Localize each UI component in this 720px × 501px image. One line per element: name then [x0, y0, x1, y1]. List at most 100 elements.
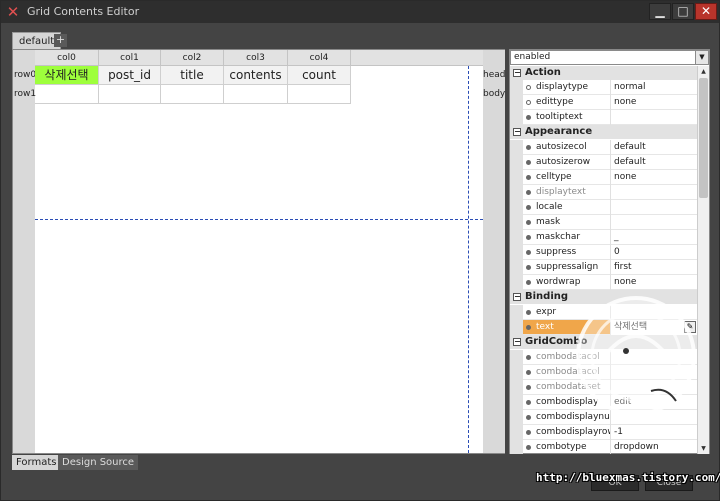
property-status-icon	[526, 280, 531, 285]
scroll-down-icon[interactable]: ▼	[698, 443, 709, 454]
property-status-icon	[526, 385, 531, 390]
property-row[interactable]: combodisplay edit	[510, 395, 697, 410]
maximize-button[interactable]: □	[672, 3, 694, 20]
tab-formats[interactable]: Formats	[12, 455, 61, 470]
property-value[interactable]: default	[610, 155, 697, 170]
collapse-icon[interactable]: −	[513, 293, 521, 301]
property-value[interactable]	[610, 305, 697, 320]
add-tab-button[interactable]: +	[54, 34, 67, 47]
band-label: body	[483, 89, 506, 99]
row-label[interactable]: row1	[13, 85, 36, 103]
category-binding[interactable]: − Binding	[510, 290, 697, 304]
property-row[interactable]: locale	[510, 200, 697, 215]
category-appearance[interactable]: − Appearance	[510, 125, 697, 139]
grid-cell[interactable]: title	[161, 66, 224, 85]
column-header[interactable]: col4	[288, 50, 351, 66]
property-value[interactable]	[610, 185, 697, 200]
property-row[interactable]: maskchar _	[510, 230, 697, 245]
property-value[interactable]: _	[610, 230, 697, 245]
scroll-thumb[interactable]	[699, 78, 708, 198]
property-value[interactable]	[610, 350, 697, 365]
property-value[interactable]	[610, 215, 697, 230]
grid-design-area[interactable]: col0 col1 col2 col3 col4 row0 row1 head …	[12, 49, 505, 454]
property-row[interactable]: edittype none	[510, 95, 697, 110]
grid-cell[interactable]	[99, 85, 161, 104]
tab-design-source[interactable]: Design Source	[58, 455, 139, 470]
property-status-icon	[526, 205, 531, 210]
property-value[interactable]	[610, 110, 697, 125]
property-row[interactable]: expr	[510, 305, 697, 320]
property-value[interactable]	[610, 410, 697, 425]
property-row[interactable]: wordwrap none	[510, 275, 697, 290]
property-row[interactable]: autosizerow default	[510, 155, 697, 170]
property-row[interactable]: combodatacol	[510, 365, 697, 380]
property-value[interactable]: none	[610, 170, 697, 185]
app-logo-icon: ✕	[6, 3, 20, 21]
property-value[interactable]: normal	[610, 80, 697, 95]
property-status-icon	[526, 310, 531, 315]
close-button[interactable]: ✕	[695, 3, 717, 20]
window-title: Grid Contents Editor	[27, 5, 140, 18]
property-row[interactable]: mask	[510, 215, 697, 230]
category-action[interactable]: − Action	[510, 66, 697, 80]
property-value[interactable]: -1	[610, 425, 697, 440]
property-filter-select[interactable]: enabled ▼	[510, 50, 709, 65]
property-row[interactable]: autosizecol default	[510, 140, 697, 155]
property-value[interactable]: none	[610, 95, 697, 110]
grid-cell-selected[interactable]: 삭제선택	[35, 66, 99, 85]
grid-contents-editor-window: ✕ Grid Contents Editor ▁ □ ✕ default + c…	[0, 0, 720, 501]
property-status-icon	[526, 400, 531, 405]
property-row[interactable]: displaytext	[510, 185, 697, 200]
property-value[interactable]: none	[610, 275, 697, 290]
grid-cell[interactable]	[35, 85, 99, 104]
edit-icon[interactable]: ✎	[684, 321, 696, 333]
property-scrollbar[interactable]: ▲ ▼	[697, 66, 709, 454]
minimize-button[interactable]: ▁	[649, 3, 671, 20]
collapse-icon[interactable]: −	[513, 128, 521, 136]
property-row[interactable]: displaytype normal	[510, 80, 697, 95]
property-value[interactable]: dropdown	[610, 440, 697, 454]
grid-cell[interactable]	[288, 85, 351, 104]
category-gridcombo[interactable]: − GridCombo	[510, 335, 697, 349]
property-row-selected[interactable]: text 삭제선택 ✎	[510, 320, 697, 335]
property-value[interactable]: edit	[610, 395, 697, 410]
property-value[interactable]: first	[610, 260, 697, 275]
chevron-down-icon[interactable]: ▼	[695, 51, 708, 64]
property-row[interactable]: combodataset	[510, 380, 697, 395]
grid-cell[interactable]: contents	[224, 66, 288, 85]
property-value[interactable]: 0	[610, 245, 697, 260]
property-value[interactable]	[610, 200, 697, 215]
property-row[interactable]: combodatacol	[510, 350, 697, 365]
grid-cell[interactable]	[161, 85, 224, 104]
property-row[interactable]: celltype none	[510, 170, 697, 185]
property-status-icon	[526, 235, 531, 240]
property-status-icon	[526, 175, 531, 180]
column-header[interactable]: col3	[224, 50, 288, 66]
property-row[interactable]: suppress 0	[510, 245, 697, 260]
row-label[interactable]: row0	[13, 66, 36, 84]
property-row[interactable]: combodisplaynul	[510, 410, 697, 425]
collapse-icon[interactable]: −	[513, 69, 521, 77]
grid-cell[interactable]: post_id	[99, 66, 161, 85]
property-value[interactable]	[610, 380, 697, 395]
property-status-icon	[526, 220, 531, 225]
property-status-icon	[526, 430, 531, 435]
height-guide-line[interactable]	[35, 219, 483, 220]
property-value[interactable]	[610, 365, 697, 380]
width-guide-line[interactable]	[468, 66, 469, 453]
property-row[interactable]: combodisplayrow -1	[510, 425, 697, 440]
column-header[interactable]: col1	[99, 50, 161, 66]
column-header[interactable]: col2	[161, 50, 224, 66]
format-tab-strip: default +	[1, 23, 719, 49]
grid-cell[interactable]: count	[288, 66, 351, 85]
property-panel: enabled ▼ − Action displaytype normal ed…	[509, 49, 710, 454]
property-value[interactable]: default	[610, 140, 697, 155]
property-row[interactable]: combotype dropdown	[510, 440, 697, 454]
property-row[interactable]: suppressalign first	[510, 260, 697, 275]
property-status-icon	[526, 250, 531, 255]
column-header[interactable]: col0	[35, 50, 99, 66]
property-row[interactable]: tooltiptext	[510, 110, 697, 125]
grid-cell[interactable]	[224, 85, 288, 104]
scroll-up-icon[interactable]: ▲	[698, 66, 709, 77]
collapse-icon[interactable]: −	[513, 338, 521, 346]
